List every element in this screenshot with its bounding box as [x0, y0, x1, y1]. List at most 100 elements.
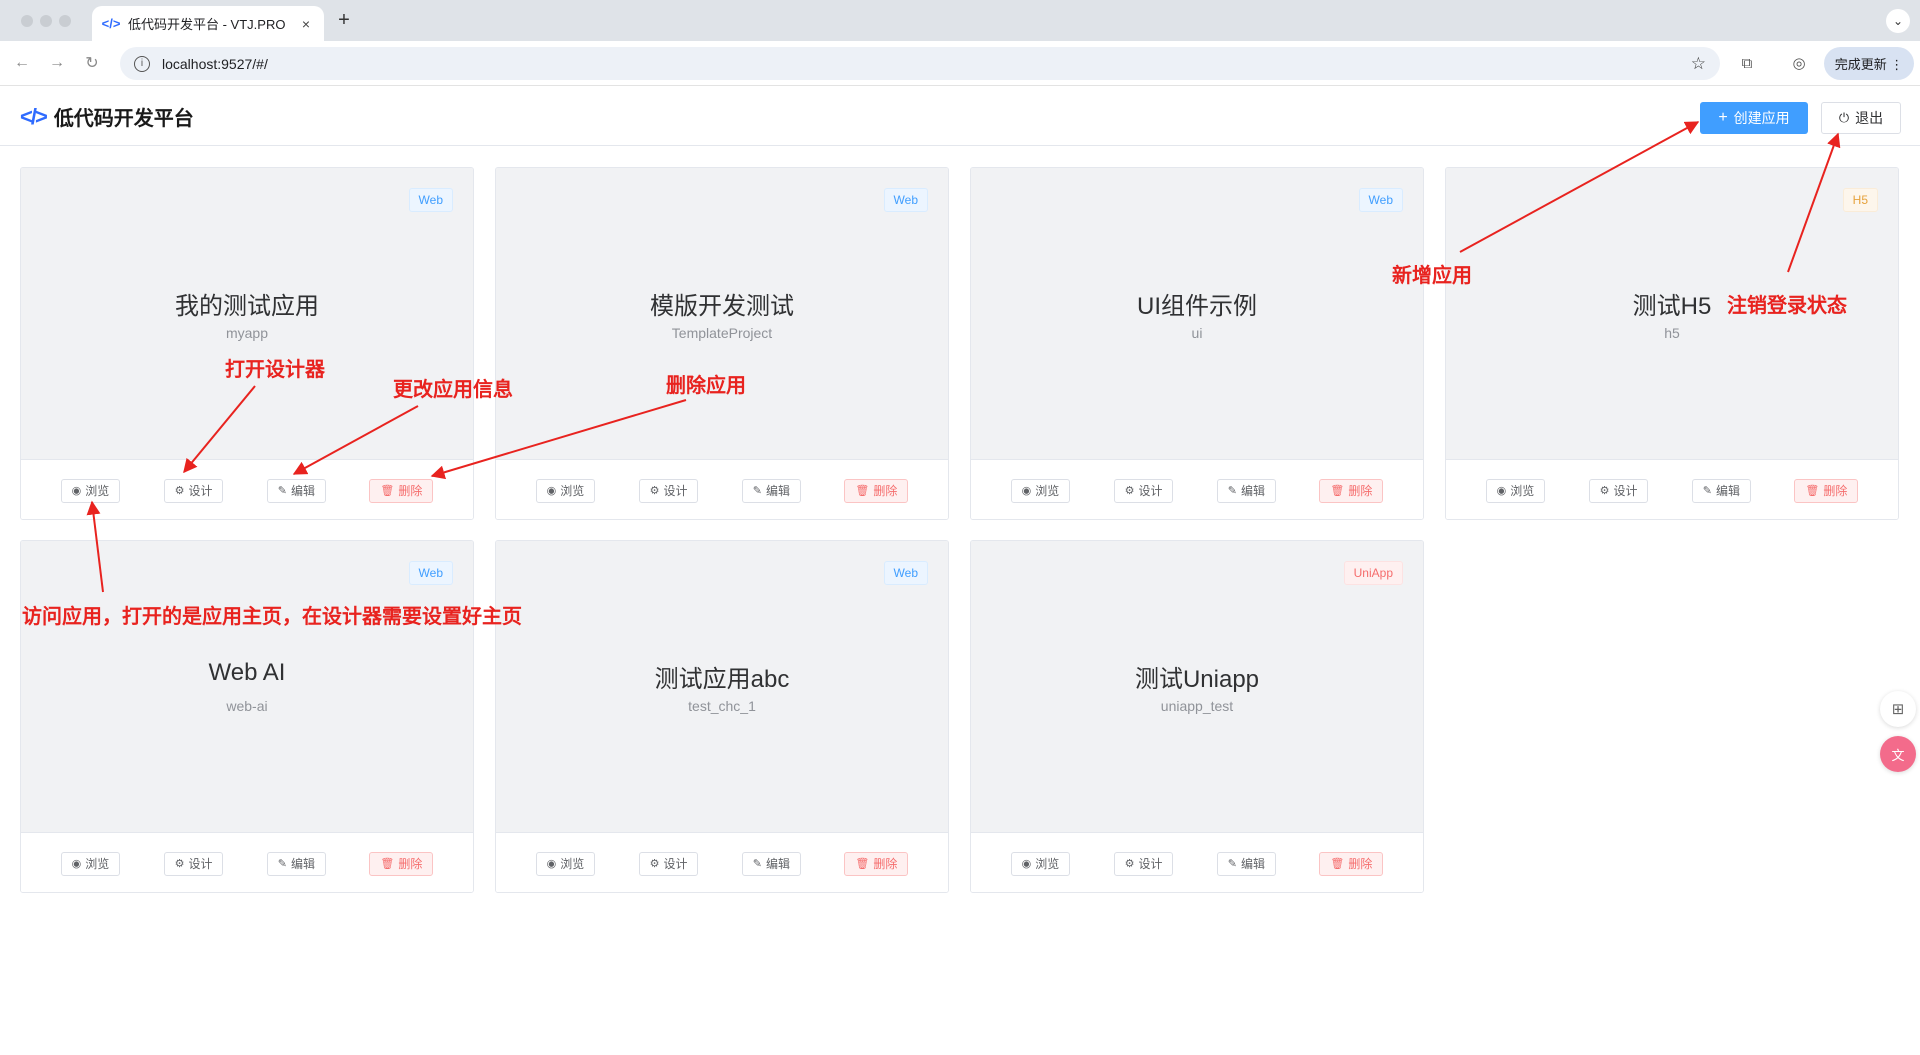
app-card-actions: ◉ 浏览 ⚙ 设计 ✎ 编辑 🗑 删除: [1446, 459, 1898, 519]
design-label: 设计: [1613, 484, 1638, 498]
edit-button[interactable]: ✎ 编辑: [1216, 851, 1277, 876]
window-zoom-dot[interactable]: [59, 15, 71, 27]
design-button[interactable]: ⚙ 设计: [638, 478, 699, 503]
info-icon[interactable]: i: [134, 55, 150, 72]
trash-icon: 🗑: [380, 858, 395, 870]
view-label: 浏览: [560, 484, 585, 498]
delete-button[interactable]: 🗑 删除: [1794, 478, 1859, 503]
update-button[interactable]: 完成更新 ⋮: [1824, 47, 1914, 80]
delete-button[interactable]: 🗑 删除: [1319, 478, 1384, 503]
app-card: Web UI组件示例 ui ◉ 浏览 ⚙ 设计 ✎ 编辑 🗑 删除: [970, 167, 1424, 520]
edit-button[interactable]: ✎ 编辑: [1691, 478, 1752, 503]
app-card: H5 测试H5 h5 ◉ 浏览 ⚙ 设计 ✎ 编辑 🗑 删除: [1445, 167, 1899, 520]
edit-icon: ✎: [752, 485, 763, 497]
trash-icon: 🗑: [1330, 485, 1345, 497]
app-card-body: Web 我的测试应用 myapp: [21, 168, 473, 459]
profile-icon[interactable]: ◎: [1788, 52, 1810, 74]
edit-icon: ✎: [752, 858, 763, 870]
delete-button[interactable]: 🗑 删除: [844, 851, 909, 876]
logout-button[interactable]: ⏻ 退出: [1821, 102, 1901, 134]
design-button[interactable]: ⚙ 设计: [638, 851, 699, 876]
delete-label: 删除: [873, 857, 898, 871]
app-card-actions: ◉ 浏览 ⚙ 设计 ✎ 编辑 🗑 删除: [496, 459, 948, 519]
design-label: 设计: [663, 857, 688, 871]
delete-button[interactable]: 🗑 删除: [844, 478, 909, 503]
code-icon: </>: [101, 16, 121, 31]
edit-label: 编辑: [1241, 857, 1266, 871]
view-label: 浏览: [1510, 484, 1535, 498]
view-button[interactable]: ◉ 浏览: [535, 851, 596, 876]
edit-button[interactable]: ✎ 编辑: [1216, 478, 1277, 503]
design-button[interactable]: ⚙ 设计: [163, 478, 224, 503]
annotation-open-designer: 打开设计器: [225, 359, 325, 381]
app-name: 我的测试应用: [175, 293, 319, 320]
chevron-down-icon[interactable]: ⌄: [1886, 9, 1910, 33]
edit-button[interactable]: ✎ 编辑: [266, 851, 327, 876]
power-icon: ⏻: [1838, 110, 1850, 125]
url-text[interactable]: localhost:9527/#/: [162, 56, 1691, 72]
app-code: test_chc_1: [688, 698, 756, 714]
design-button[interactable]: ⚙ 设计: [1113, 478, 1174, 503]
design-button[interactable]: ⚙ 设计: [163, 851, 224, 876]
view-label: 浏览: [560, 857, 585, 871]
forward-arrow-icon[interactable]: →: [45, 51, 69, 75]
eye-icon: ◉: [1021, 858, 1032, 870]
grid-icon[interactable]: ⊞: [1880, 691, 1916, 727]
close-icon[interactable]: ×: [298, 16, 314, 32]
delete-button[interactable]: 🗑 删除: [369, 478, 434, 503]
app-code: uniapp_test: [1160, 698, 1234, 714]
app-name: Web AI: [208, 659, 286, 686]
edit-icon: ✎: [277, 858, 288, 870]
delete-button[interactable]: 🗑 删除: [1319, 851, 1384, 876]
browser-tab[interactable]: </> 低代码开发平台 - VTJ.PRO ×: [92, 6, 324, 41]
back-arrow-icon[interactable]: ←: [10, 51, 34, 75]
annotation-logout-state: 注销登录状态: [1727, 295, 1847, 317]
edit-label: 编辑: [766, 857, 791, 871]
design-button[interactable]: ⚙ 设计: [1113, 851, 1174, 876]
gear-icon: ⚙: [174, 858, 185, 870]
view-button[interactable]: ◉ 浏览: [1485, 478, 1546, 503]
view-button[interactable]: ◉ 浏览: [60, 851, 121, 876]
window-minimize-dot[interactable]: [40, 15, 52, 27]
trash-icon: 🗑: [1330, 858, 1345, 870]
trash-icon: 🗑: [855, 485, 870, 497]
reload-icon[interactable]: ↻: [80, 51, 104, 75]
eye-icon: ◉: [1021, 485, 1032, 497]
delete-button[interactable]: 🗑 删除: [369, 851, 434, 876]
app-card-body: Web 测试应用abc test_chc_1: [496, 541, 948, 832]
edit-button[interactable]: ✎ 编辑: [741, 478, 802, 503]
eye-icon: ◉: [71, 858, 82, 870]
edit-label: 编辑: [1716, 484, 1741, 498]
translate-icon[interactable]: 文: [1880, 736, 1916, 772]
platform-badge: Web: [1358, 188, 1403, 212]
delete-label: 删除: [873, 484, 898, 498]
edit-button[interactable]: ✎ 编辑: [741, 851, 802, 876]
view-button[interactable]: ◉ 浏览: [535, 478, 596, 503]
window-close-dot[interactable]: [21, 15, 33, 27]
annotation-arrows: [86, 121, 1841, 593]
app-code: h5: [1664, 325, 1680, 341]
view-button[interactable]: ◉ 浏览: [60, 478, 121, 503]
plus-icon[interactable]: +: [333, 9, 355, 31]
delete-label: 删除: [398, 857, 423, 871]
app-card-actions: ◉ 浏览 ⚙ 设计 ✎ 编辑 🗑 删除: [21, 832, 473, 892]
design-label: 设计: [663, 484, 688, 498]
annotation-delete-app: 删除应用: [666, 375, 746, 397]
create-app-button[interactable]: + 创建应用: [1700, 102, 1808, 134]
design-button[interactable]: ⚙ 设计: [1588, 478, 1649, 503]
view-button[interactable]: ◉ 浏览: [1010, 851, 1071, 876]
code-icon: </>: [20, 103, 48, 129]
edit-button[interactable]: ✎ 编辑: [266, 478, 327, 503]
star-icon[interactable]: ☆: [1691, 54, 1706, 74]
edit-icon: ✎: [1702, 485, 1713, 497]
view-button[interactable]: ◉ 浏览: [1010, 478, 1071, 503]
address-bar[interactable]: i localhost:9527/#/ ☆: [120, 47, 1720, 80]
edit-icon: ✎: [1227, 485, 1238, 497]
view-label: 浏览: [85, 857, 110, 871]
trash-icon: 🗑: [380, 485, 395, 497]
plus-icon: +: [1718, 109, 1728, 126]
view-label: 浏览: [1035, 484, 1060, 498]
gear-icon: ⚙: [174, 485, 185, 497]
extension-icon[interactable]: ⧉: [1736, 52, 1758, 74]
eye-icon: ◉: [1496, 485, 1507, 497]
